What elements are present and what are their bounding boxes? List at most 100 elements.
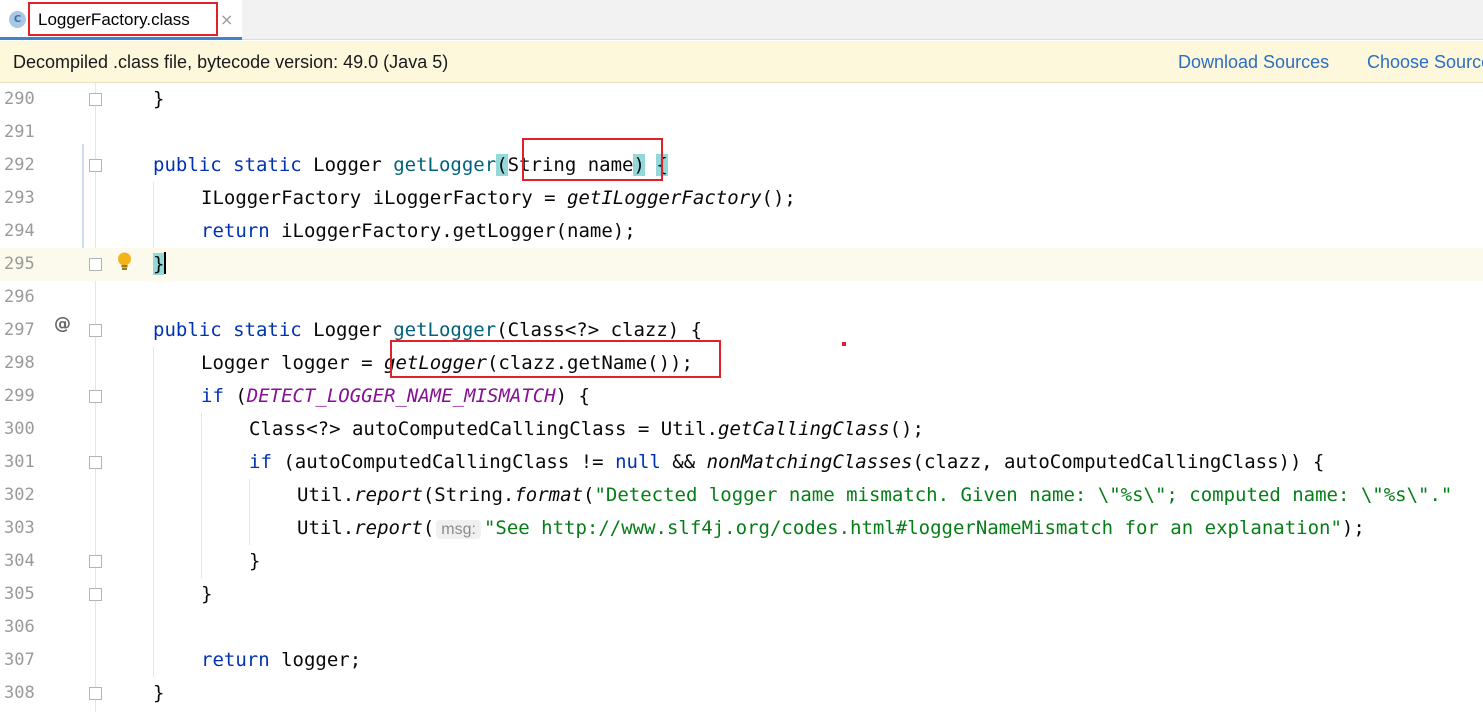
fold-icon[interactable] [89,588,102,601]
method-name: nonMatchingClasses [706,451,913,473]
editor-tab-bar: C LoggerFactory.class × [0,0,1483,40]
brace: } [153,253,165,275]
line-number[interactable]: 308 [4,677,40,710]
code-segment: ); [1341,517,1365,539]
download-sources-link[interactable]: Download Sources [1178,52,1329,73]
string-literal: "See http://www.slf4j.org/codes.html#log… [483,517,1342,539]
fold-icon[interactable] [89,93,102,106]
fold-icon[interactable] [89,456,102,469]
code-line: 306 [0,611,1483,644]
code-text: } [249,550,261,572]
code-text: Logger logger = getLogger(clazz.getName(… [201,347,693,380]
string-literal: "Detected logger name mismatch. Given na… [594,484,1453,506]
code-text: } [201,583,213,605]
code-text: if (autoComputedCallingClass != null && … [249,446,1324,479]
fold-icon[interactable] [89,159,102,172]
code-segment: (); [889,418,924,440]
code-segment: && [660,451,707,473]
code-text: } [153,682,165,704]
lightbulb-icon[interactable] [117,252,132,271]
line-number[interactable]: 304 [4,545,40,578]
code-text: if (DETECT_LOGGER_NAME_MISMATCH) { [201,380,590,413]
type-name: Logger [313,154,394,176]
code-text: Util.report(msg: "See http://www.slf4j.or… [297,512,1365,545]
code-segment: ( [583,484,595,506]
method-name: getLogger [384,352,487,374]
overrides-at-icon[interactable]: @ [54,314,71,347]
code-text: } [153,248,167,281]
code-line: 301 if (autoComputedCallingClass != null… [0,446,1483,479]
line-number[interactable]: 305 [4,578,40,611]
line-number[interactable]: 292 [4,149,40,182]
line-number[interactable]: 303 [4,512,40,545]
type-name: Logger [313,319,394,341]
paren: ( [496,154,508,176]
choose-sources-link[interactable]: Choose Sources... [1367,52,1483,73]
fold-icon[interactable] [89,390,102,403]
line-number[interactable]: 298 [4,347,40,380]
keyword: public static [153,319,314,341]
method-name: getLogger [393,319,497,341]
code-segment: (clazz, autoComputedCallingClass)) { [912,451,1325,473]
keyword: return [201,220,270,242]
line-number[interactable]: 293 [4,182,40,215]
fold-icon[interactable] [89,687,102,700]
line-number[interactable]: 291 [4,116,40,149]
code-segment: ( [422,517,435,539]
line-number[interactable]: 294 [4,215,40,248]
line-number[interactable]: 297 [4,314,40,347]
code-segment: (clazz.getName()); [486,352,693,374]
constant: DETECT_LOGGER_NAME_MISMATCH [246,385,556,407]
code-line: 290 } [0,83,1483,116]
code-segment: Util. [297,484,355,506]
banner-message: Decompiled .class file, bytecode version… [13,52,449,72]
tab-logger-factory-class[interactable]: C LoggerFactory.class × [0,0,242,40]
close-icon[interactable]: × [220,10,233,29]
code-segment: ( [223,385,247,407]
code-text: ILoggerFactory iLoggerFactory = getILogg… [201,182,796,215]
code-line: 297 @ public static Logger getLogger(Cla… [0,314,1483,347]
line-number[interactable]: 307 [4,644,40,677]
code-segment: logger; [269,649,362,671]
code-line: 302 Util.report(String.format("Detected … [0,479,1483,512]
code-line: 308 } [0,677,1483,710]
code-line: 296 [0,281,1483,314]
method-name: report [354,517,423,539]
parameter-hint: msg: [436,520,481,539]
code-line: 298 Logger logger = getLogger(clazz.getN… [0,347,1483,380]
fold-icon[interactable] [89,555,102,568]
method-name: getCallingClass [718,418,890,440]
code-segment: ) { [555,385,590,407]
paren: ) [633,154,645,176]
code-editor[interactable]: 290 } 291 292 public static Logger getLo… [0,83,1483,712]
line-number[interactable]: 296 [4,281,40,314]
code-segment: (Class<?> clazz) { [496,319,703,341]
line-number[interactable]: 299 [4,380,40,413]
code-text: Class<?> autoComputedCallingClass = Util… [249,413,924,446]
fold-icon[interactable] [89,324,102,337]
keyword: public static [153,154,314,176]
code-text: } [153,88,165,110]
fold-icon[interactable] [89,258,102,271]
code-line: 291 [0,116,1483,149]
brace: { [656,154,668,176]
code-segment: (String. [422,484,515,506]
line-number[interactable]: 300 [4,413,40,446]
code-segment: (autoComputedCallingClass != [271,451,616,473]
code-segment: Logger logger = [201,352,385,374]
line-number[interactable]: 302 [4,479,40,512]
line-number[interactable]: 301 [4,446,40,479]
code-segment: ILoggerFactory iLoggerFactory = [201,187,568,209]
code-line: 292 public static Logger getLogger(Strin… [0,149,1483,182]
code-segment: Util. [297,517,355,539]
code-text: public static Logger getLogger(Class<?> … [153,314,702,347]
method-name: report [354,484,423,506]
code-line: 304 } [0,545,1483,578]
line-number[interactable]: 290 [4,83,40,116]
line-number[interactable]: 306 [4,611,40,644]
code-text: return logger; [201,644,361,677]
line-number[interactable]: 295 [4,248,40,281]
code-line: 294 return iLoggerFactory.getLogger(name… [0,215,1483,248]
tab-label: LoggerFactory.class [38,10,190,29]
